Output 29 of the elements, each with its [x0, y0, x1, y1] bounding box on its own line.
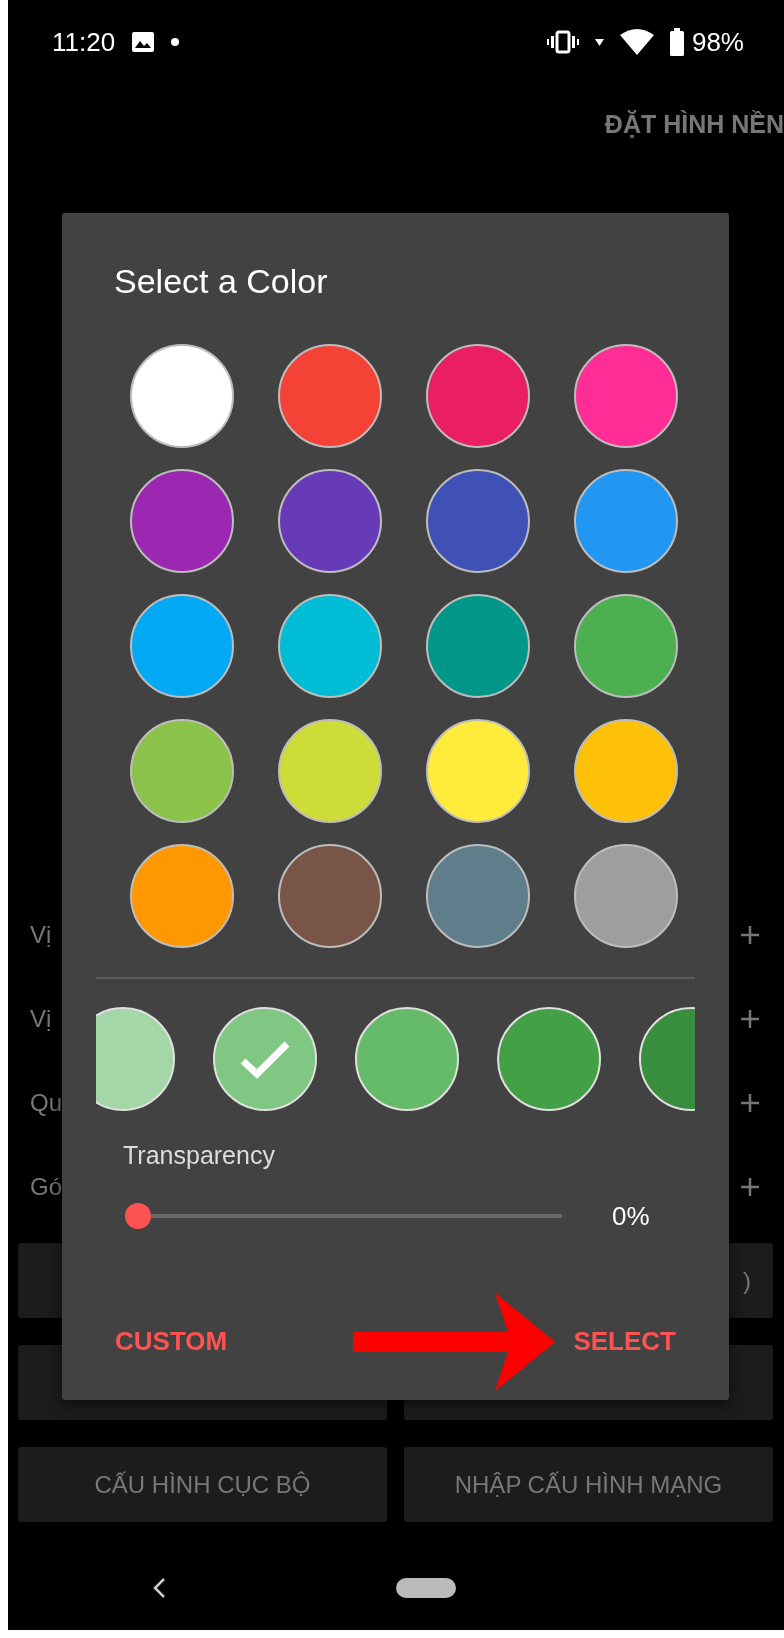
- battery-icon: [669, 28, 684, 56]
- plus-icon[interactable]: [740, 1093, 760, 1113]
- check-icon: [239, 1039, 291, 1079]
- setting-label: Gó: [30, 1173, 62, 1201]
- plus-icon[interactable]: [740, 925, 760, 945]
- status-time: 11:20: [52, 26, 116, 58]
- home-pill[interactable]: [396, 1578, 456, 1598]
- set-wallpaper-button[interactable]: ĐẶT HÌNH NỀN: [604, 109, 784, 139]
- wifi-icon: [619, 29, 654, 55]
- transparency-label: Transparency: [123, 1141, 276, 1170]
- data-arrow-icon: [594, 38, 604, 46]
- setting-label: Vị: [30, 1005, 52, 1033]
- transparency-value: 0%: [612, 1200, 650, 1232]
- plus-icon[interactable]: [740, 1177, 760, 1197]
- background-button[interactable]: NHẬP CẤU HÌNH MẠNG: [404, 1447, 773, 1522]
- image-icon: [131, 31, 156, 53]
- shade-swatch[interactable]: [96, 1007, 175, 1111]
- plus-icon[interactable]: [740, 1009, 760, 1029]
- vibrate-icon: [546, 30, 579, 54]
- setting-label: Vị: [30, 921, 52, 949]
- setting-label: Qu: [30, 1089, 62, 1117]
- background-button[interactable]: CẤU HÌNH CỤC BỘ: [18, 1447, 387, 1522]
- battery-level: 98%: [691, 26, 744, 58]
- dialog-title: Select a Color: [113, 261, 329, 301]
- select-button[interactable]: SELECT: [573, 1326, 676, 1357]
- dot-icon: [171, 38, 180, 46]
- back-icon[interactable]: [152, 1577, 166, 1599]
- custom-button[interactable]: CUSTOM: [115, 1326, 228, 1357]
- slider-thumb[interactable]: [125, 1203, 151, 1229]
